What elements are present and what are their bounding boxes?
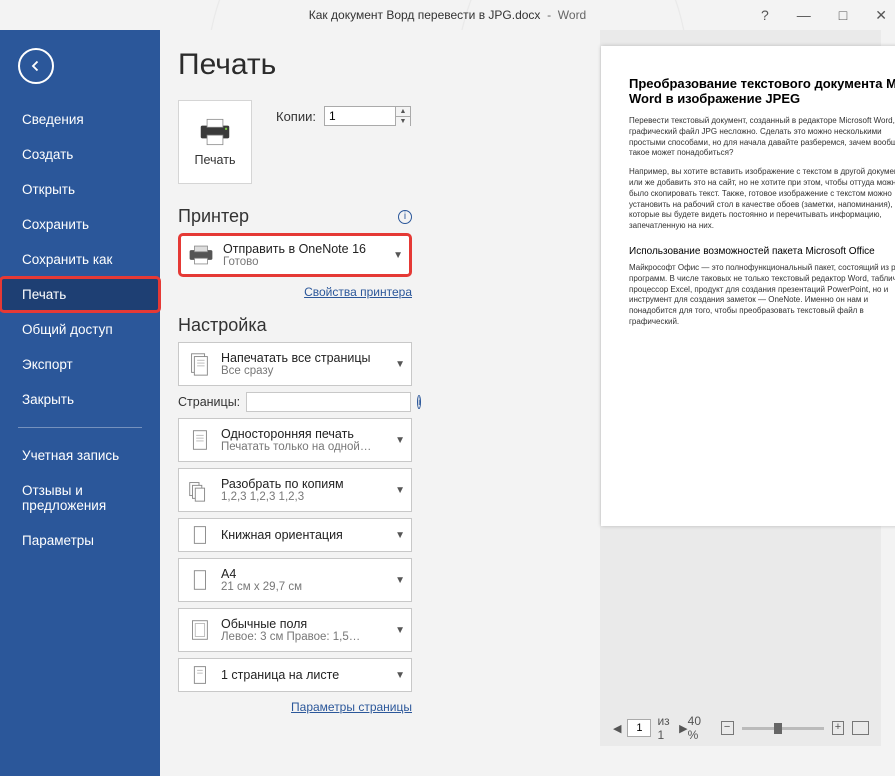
per-page-icon (185, 662, 213, 688)
sidebar-item-close[interactable]: Закрыть (0, 382, 160, 417)
setting-orientation[interactable]: Книжная ориентация ▼ (178, 518, 412, 552)
sidebar-item-export[interactable]: Экспорт (0, 347, 160, 382)
doc-heading: Преобразование текстового документа MS W… (629, 76, 895, 106)
sidebar-item-save[interactable]: Сохранить (0, 207, 160, 242)
sidebar-item-account[interactable]: Учетная запись (0, 438, 160, 473)
print-button[interactable]: Печать (178, 100, 252, 184)
sidebar-item-saveas[interactable]: Сохранить как (0, 242, 160, 277)
chevron-down-icon: ▼ (391, 670, 405, 681)
chevron-down-icon: ▼ (391, 575, 405, 586)
sidebar-item-info[interactable]: Сведения (0, 102, 160, 137)
printer-info-icon[interactable]: i (398, 210, 412, 224)
collate-icon (185, 477, 213, 503)
portrait-icon (185, 522, 213, 548)
copies-label: Копии: (276, 109, 316, 124)
help-button[interactable]: ? (761, 7, 769, 23)
chevron-down-icon: ▼ (391, 359, 405, 370)
doc-h3: Использование возможностей пакета Micros… (629, 246, 895, 257)
doc-p1: Перевести текстовый документ, созданный … (629, 116, 895, 159)
sidebar-item-options[interactable]: Параметры (0, 523, 160, 558)
chevron-down-icon: ▼ (391, 625, 405, 636)
sidebar-item-print[interactable]: Печать (0, 277, 160, 312)
one-side-icon (185, 427, 213, 453)
printer-selector[interactable]: Отправить в OneNote 16 Готово ▼ (178, 233, 412, 277)
title-bar: Как документ Ворд перевести в JPG.docx -… (0, 0, 895, 30)
setting-perpage[interactable]: 1 страница на листе ▼ (178, 658, 412, 692)
next-page-button[interactable]: ▶ (679, 722, 687, 735)
prev-page-button[interactable]: ◀ (613, 722, 621, 735)
doc-p2: Например, вы хотите вставить изображение… (629, 167, 895, 232)
minimize-button[interactable]: — (797, 7, 811, 23)
sidebar-separator (18, 427, 142, 428)
chevron-down-icon: ▼ (391, 435, 405, 446)
document-title: Как документ Ворд перевести в JPG.docx (309, 8, 541, 22)
backstage-sidebar: Сведения Создать Открыть Сохранить Сохра… (0, 30, 160, 776)
pages-info-icon[interactable]: i (417, 395, 421, 409)
sidebar-item-new[interactable]: Создать (0, 137, 160, 172)
pages-label: Страницы: (178, 395, 240, 409)
page-setup-link[interactable]: Параметры страницы (291, 700, 412, 714)
setting-sides[interactable]: Односторонняя печать Печатать только на … (178, 418, 412, 462)
zoom-out-button[interactable]: − (721, 721, 734, 735)
printer-status: Готово (223, 256, 381, 268)
print-panel: Печать Печать Копии: ▲▼ Принтер (160, 30, 895, 776)
zoom-slider[interactable] (742, 727, 824, 730)
zoom-level: 40 % (688, 714, 713, 742)
maximize-button[interactable]: □ (839, 7, 847, 23)
printer-properties-link[interactable]: Свойства принтера (304, 285, 412, 299)
printer-section-title: Принтер (178, 206, 249, 227)
copies-spinner[interactable]: ▲▼ (396, 106, 411, 126)
print-button-label: Печать (195, 153, 236, 167)
arrow-left-icon (27, 57, 45, 75)
margins-icon (185, 617, 213, 643)
sidebar-item-feedback[interactable]: Отзывы и предложения (0, 473, 160, 523)
page-number-input[interactable] (627, 719, 651, 737)
zoom-fit-button[interactable] (852, 721, 869, 735)
pages-icon (185, 351, 213, 377)
sidebar-item-open[interactable]: Открыть (0, 172, 160, 207)
chevron-down-icon: ▼ (391, 530, 405, 541)
setting-paper[interactable]: A4 21 см x 29,7 см ▼ (178, 558, 412, 602)
setting-allpages[interactable]: Напечатать все страницы Все сразу ▼ (178, 342, 412, 386)
doc-p3: Майкрософт Офис — это полнофункциональны… (629, 263, 895, 328)
printer-icon (196, 117, 234, 147)
chevron-down-icon: ▼ (391, 485, 405, 496)
back-button[interactable] (18, 48, 54, 84)
paper-icon (185, 567, 213, 593)
zoom-in-button[interactable]: + (832, 721, 845, 735)
page-total: из 1 (657, 714, 673, 742)
settings-section-title: Настройка (178, 315, 267, 336)
setting-collate[interactable]: Разобрать по копиям 1,2,3 1,2,3 1,2,3 ▼ (178, 468, 412, 512)
app-name: Word (558, 8, 586, 22)
pages-input[interactable] (246, 392, 411, 412)
printer-name: Отправить в OneNote 16 (223, 242, 381, 256)
copies-input[interactable] (324, 106, 396, 126)
close-button[interactable]: ✕ (875, 7, 887, 24)
setting-margins[interactable]: Обычные поля Левое: 3 см Правое: 1,5… ▼ (178, 608, 412, 652)
preview-page: Преобразование текстового документа MS W… (601, 46, 895, 526)
print-preview: Преобразование текстового документа MS W… (600, 30, 881, 746)
chevron-down-icon: ▼ (389, 250, 403, 261)
preview-footer: ◀ из 1 ▶ 40 % − + (601, 714, 881, 742)
printer-device-icon (187, 242, 215, 268)
sidebar-item-share[interactable]: Общий доступ (0, 312, 160, 347)
